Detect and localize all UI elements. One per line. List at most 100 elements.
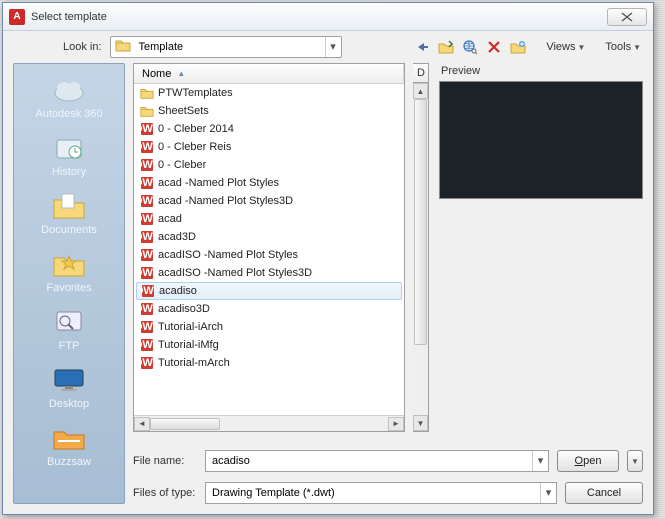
svg-text:DWT: DWT [140,159,154,171]
folder-icon [115,38,133,56]
file-name-input[interactable]: acadiso ▾ [205,450,549,472]
scroll-up-icon[interactable]: ▲ [413,83,428,99]
list-item[interactable]: DWT0 - Cleber 2014 [134,120,404,138]
file-name: PTWTemplates [158,87,398,99]
folder-icon [140,104,154,118]
list-item[interactable]: DWTacad -Named Plot Styles3D [134,192,404,210]
dwt-file-icon: DWT [140,266,154,280]
file-name: 0 - Cleber Reis [158,141,398,153]
titlebar: A Select template [3,3,653,31]
favorites-icon [51,248,87,280]
scroll-right-icon[interactable]: ► [388,417,404,431]
desktop-icon [51,364,87,396]
scrollbar-thumb[interactable] [150,418,220,430]
delete-button[interactable] [484,37,504,57]
vertical-scrollbar[interactable]: ▲ ▼ [413,83,429,432]
tools-menu[interactable]: Tools▼ [603,41,643,53]
open-split-button[interactable]: ▼ [627,450,643,472]
svg-text:DWT: DWT [140,177,154,189]
svg-text:DWT: DWT [140,123,154,135]
look-in-combo[interactable]: Template ▾ [110,36,342,58]
list-item[interactable]: DWT0 - Cleber Reis [134,138,404,156]
preview-image [439,81,643,199]
list-item[interactable]: DWT acadiso3D [134,300,404,318]
file-name: acadiso3D [158,303,398,315]
sidebar-item-buzzsaw[interactable]: Buzzsaw [14,418,124,476]
look-in-label: Look in: [63,41,102,53]
open-button[interactable]: Open [557,450,619,472]
sidebar-item-history[interactable]: History [14,128,124,186]
window-title: Select template [31,11,607,23]
list-item[interactable]: DWTacadiso [136,282,402,300]
column-name[interactable]: Nome ▲ [134,64,404,83]
files-of-type-combo[interactable]: Drawing Template (*.dwt) ▾ [205,482,557,504]
svg-text:DWT: DWT [141,285,155,297]
list-item[interactable]: DWT acad3D [134,228,404,246]
list-item[interactable]: PTWTemplates [134,84,404,102]
list-item[interactable]: DWT Tutorial-mArch [134,354,404,372]
chevron-down-icon[interactable]: ▾ [540,483,556,503]
history-icon [51,132,87,164]
dwt-file-icon: DWT [140,194,154,208]
dwt-file-icon: DWT [140,212,154,226]
dwt-file-icon: DWT [140,248,154,262]
back-button[interactable] [412,37,432,57]
file-list-header[interactable]: Nome ▲ [134,64,404,84]
list-item[interactable]: DWTacadISO -Named Plot Styles [134,246,404,264]
list-item[interactable]: DWTTutorial-iArch [134,318,404,336]
scrollbar-thumb[interactable] [414,99,427,345]
folder-icon [140,86,154,100]
sidebar-item-documents[interactable]: Documents [14,186,124,244]
list-item[interactable]: SheetSets [134,102,404,120]
documents-folder-icon [51,190,87,222]
horizontal-scrollbar[interactable]: ◄ ► [134,415,404,431]
list-item[interactable]: DWTacad [134,210,404,228]
preview-pane: Preview [437,63,643,432]
svg-text:DWT: DWT [140,303,154,315]
up-folder-button[interactable] [436,37,456,57]
file-list[interactable]: Nome ▲ PTWTemplatesSheetSetsDWT0 - Clebe… [133,63,405,432]
list-item[interactable]: DWTacadISO -Named Plot Styles3D [134,264,404,282]
column-2-strip: D ▲ ▼ [413,63,429,432]
close-button[interactable] [607,8,647,26]
file-name: 0 - Cleber [158,159,398,171]
dwt-file-icon: DWT [141,284,155,298]
sidebar-item-favorites[interactable]: Favorites [14,244,124,302]
svg-text:DWT: DWT [140,213,154,225]
file-list-body[interactable]: PTWTemplatesSheetSetsDWT0 - Cleber 2014D… [134,84,404,415]
file-name: acad -Named Plot Styles [158,177,398,189]
list-item[interactable]: DWT acad -Named Plot Styles [134,174,404,192]
svg-text:DWT: DWT [140,249,154,261]
file-name: acad3D [158,231,398,243]
file-name: Tutorial-iMfg [158,339,398,351]
dwt-file-icon: DWT [140,122,154,136]
dwt-file-icon: DWT [140,338,154,352]
cancel-button[interactable]: Cancel [565,482,643,504]
svg-text:DWT: DWT [140,195,154,207]
svg-text:DWT: DWT [140,339,154,351]
sidebar-item-ftp[interactable]: FTP [14,302,124,360]
list-item[interactable]: DWT 0 - Cleber [134,156,404,174]
dwt-file-icon: DWT [140,158,154,172]
views-menu[interactable]: Views▼ [544,41,587,53]
sidebar-item-desktop[interactable]: Desktop [14,360,124,418]
svg-text:DWT: DWT [140,321,154,333]
new-folder-button[interactable] [508,37,528,57]
svg-text:DWT: DWT [140,357,154,369]
list-item[interactable]: DWT Tutorial-iMfg [134,336,404,354]
file-name: Tutorial-mArch [158,357,398,369]
sidebar-item-autodesk360[interactable]: Autodesk 360 [14,70,124,128]
scroll-down-icon[interactable]: ▼ [413,415,428,431]
chevron-down-icon[interactable]: ▾ [325,37,341,57]
dwt-file-icon: DWT [140,230,154,244]
search-web-button[interactable] [460,37,480,57]
scroll-left-icon[interactable]: ◄ [134,417,150,431]
dwt-file-icon: DWT [140,302,154,316]
arrow-left-icon [414,41,430,53]
chevron-down-icon[interactable]: ▾ [532,451,548,471]
cloud-icon [51,74,87,106]
look-in-value: Template [137,41,325,53]
column-2-header[interactable]: D [413,63,429,83]
dwt-file-icon: DWT [140,356,154,370]
delete-x-icon [488,41,500,53]
